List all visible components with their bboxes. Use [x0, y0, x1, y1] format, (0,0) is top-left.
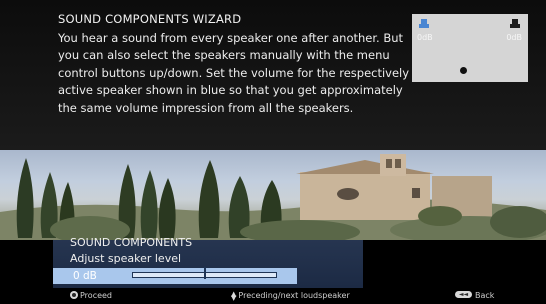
- back-label: Back: [475, 291, 495, 300]
- speaker-level-value: 0 dB: [73, 270, 97, 282]
- navigate-label: Preceding/next loudspeaker: [238, 291, 350, 300]
- menu-subtitle: Adjust speaker level: [70, 252, 182, 265]
- ok-button-icon: [70, 290, 78, 299]
- left-speaker-icon: [419, 19, 429, 28]
- right-speaker-icon: [510, 19, 520, 28]
- background-landscape-image: [0, 150, 546, 240]
- right-speaker-level: 0dB: [506, 33, 522, 42]
- back-hint: ◄◄ Back: [455, 291, 494, 300]
- speaker-level-slider-knob[interactable]: [203, 267, 206, 279]
- wizard-title: SOUND COMPONENTS WIZARD: [58, 12, 242, 26]
- wizard-info-panel: SOUND COMPONENTS WIZARD You hear a sound…: [0, 0, 546, 150]
- up-down-arrows-icon: ▲ ▼: [231, 289, 237, 302]
- menu-title: SOUND COMPONENTS: [70, 236, 193, 249]
- navigate-hint: ▲ ▼ Preceding/next loudspeaker: [231, 289, 350, 302]
- proceed-label: Proceed: [80, 291, 113, 300]
- left-speaker-level: 0dB: [417, 33, 433, 42]
- back-button-icon: ◄◄: [455, 291, 472, 298]
- tv-screen: SOUND COMPONENTS WIZARD You hear a sound…: [0, 0, 546, 304]
- speaker-layout-diagram: 0dB 0dB: [412, 14, 528, 82]
- proceed-hint: Proceed: [70, 290, 113, 300]
- listener-position-dot: [460, 67, 467, 74]
- wizard-instructions: You hear a sound from every speaker one …: [58, 31, 410, 115]
